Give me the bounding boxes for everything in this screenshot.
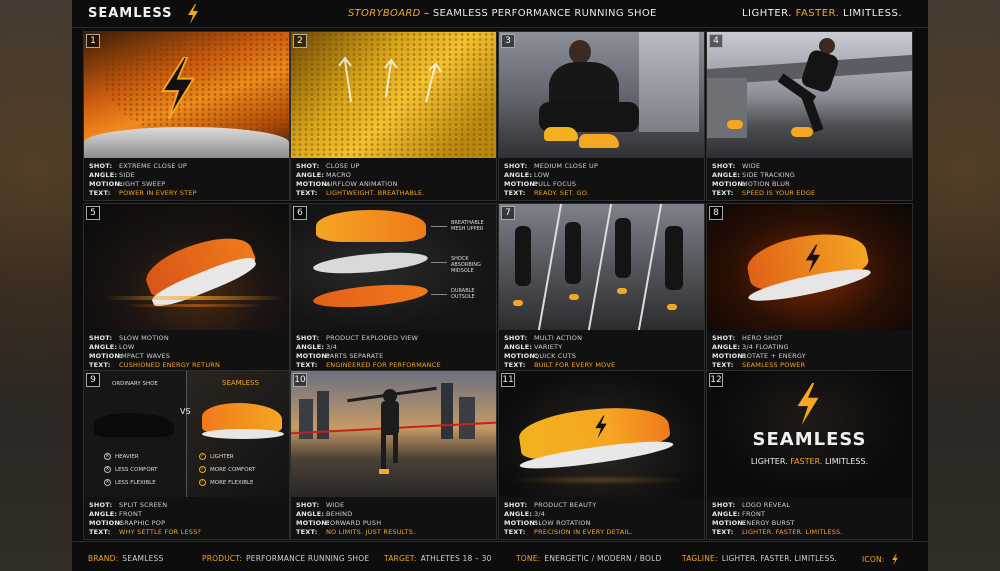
panel-3-shot-info: SHOT: MEDIUM CLOSE UP ANGLE: LOW MOTION:PU… <box>504 162 599 197</box>
footer-bar: BRAND: SEAMLESS PRODUCT: PERFORMANCE RUNNI… <box>72 541 928 571</box>
lightning-bolt-icon <box>595 415 607 439</box>
panel-number: 1 <box>86 34 100 48</box>
tagline-faster: FASTER. <box>795 8 840 19</box>
storyboard-label: STORYBOARD <box>348 8 421 19</box>
lightning-bolt-icon <box>188 4 198 24</box>
panel-4-shot-info: SHOT: WIDE ANGLE: SIDE TRACKING MOTION:MOT… <box>712 162 816 197</box>
panel-number: 6 <box>293 206 307 220</box>
ordinary-item-3: × LESS FLEXIBLE <box>104 479 156 486</box>
storyboard-panel-12: SEAMLESS LIGHTER. FASTER. LIMITLESS. 12 … <box>706 370 913 540</box>
right-background-strip <box>928 0 1000 571</box>
storyboard-panel-2: 2 SHOT: CLOSE UP ANGLE: MACRO MOTION:AIRFL… <box>290 31 497 201</box>
panel-2-image <box>291 32 496 158</box>
panel-7-shot-info: SHOT: MULTI ACTION ANGLE: VARIETY MOTION:Q… <box>504 334 616 369</box>
footer-icon: ICON: <box>862 554 899 565</box>
storyboard-panel-11: 11 SHOT: PRODUCT BEAUTY ANGLE: 3/4 MOTION:… <box>498 370 705 540</box>
panel-5-shot-info: SHOT: SLOW MOTION ANGLE: LOW MOTION:IMPACT… <box>89 334 221 369</box>
storyboard-title: STORYBOARD – SEAMLESS PERFORMANCE RUNNIN… <box>348 8 657 19</box>
panel-number: 9 <box>86 373 100 387</box>
panel-number: 8 <box>709 206 723 220</box>
header-bar: SEAMLESS STORYBOARD – SEAMLESS PERFORMAN… <box>72 0 928 28</box>
panel-2-shot-info: SHOT: CLOSE UP ANGLE: MACRO MOTION:AIRFLOW… <box>296 162 425 197</box>
panel-number: 3 <box>501 34 515 48</box>
seamless-item-1: ✓ LIGHTER <box>199 453 234 460</box>
lightning-bolt-icon <box>805 244 821 274</box>
panel-9-image: ORDINARY SHOE SEAMLESS VS × HEAVIER × LESS… <box>84 371 289 497</box>
storyboard-panel-8: 8 SHOT: HERO SHOT ANGLE: 3/4 FLOATING MOTI… <box>706 203 913 373</box>
footer-target: TARGET: ATHLETES 18 – 30 <box>384 554 492 563</box>
seamless-item-3: ✓ MORE FLEXIBLE <box>199 479 254 486</box>
panel-8-shot-info: SHOT: HERO SHOT ANGLE: 3/4 FLOATING MOTION… <box>712 334 806 369</box>
callout-mesh-upper: BREATHABLE MESH UPPER <box>451 220 484 232</box>
seamless-logo: SEAMLESS <box>752 429 867 450</box>
panel-number: 7 <box>501 206 515 220</box>
tagline-limitless: LIMITLESS. <box>839 8 902 19</box>
panel-5-image <box>84 204 289 330</box>
panel-10-image <box>291 371 496 497</box>
seamless-shoe-title: SEAMLESS <box>222 379 259 387</box>
panel-number: 5 <box>86 206 100 220</box>
seamless-item-2: ✓ MORE COMFORT <box>199 466 256 473</box>
left-background-strip <box>0 0 72 571</box>
panel-6-shot-info: SHOT: PRODUCT EXPLODED VIEW ANGLE: 3/4 MOT… <box>296 334 441 369</box>
panel-number: 12 <box>709 373 723 387</box>
panel-7-image <box>499 204 704 330</box>
panel-number: 10 <box>293 373 307 387</box>
panel-12-image: SEAMLESS LIGHTER. FASTER. LIMITLESS. <box>707 371 912 497</box>
panel-6-image: BREATHABLE MESH UPPER SHOCK ABSORBING MI… <box>291 204 496 330</box>
panel-12-shot-info: SHOT: LOGO REVEAL ANGLE: FRONT MOTION:ENER… <box>712 501 843 536</box>
storyboard-panel-5: 5 SHOT: SLOW MOTION ANGLE: LOW MOTION:IMPA… <box>83 203 290 373</box>
footer-brand: BRAND: SEAMLESS <box>88 554 164 563</box>
panel-number: 2 <box>293 34 307 48</box>
storyboard-panel-10: 10 SHOT: WIDE ANGLE: BEHIND MOTION:FORWARD… <box>290 370 497 540</box>
ordinary-shoe-title: ORDINARY SHOE <box>112 381 158 387</box>
storyboard-subtitle: – SEAMLESS PERFORMANCE RUNNING SHOE <box>420 8 657 19</box>
panel-9-shot-info: SHOT: SPLIT SCREEN ANGLE: FRONT MOTION:GRA… <box>89 501 202 536</box>
brand-logo-text: SEAMLESS <box>88 6 173 21</box>
panel-number: 4 <box>709 34 723 48</box>
panel-1-image <box>84 32 289 158</box>
panel-number: 11 <box>501 373 515 387</box>
footer-product: PRODUCT: PERFORMANCE RUNNING SHOE <box>202 554 370 563</box>
lightning-bolt-icon <box>160 57 196 119</box>
footer-tone: TONE: ENERGETIC / MODERN / BOLD <box>516 554 662 563</box>
storyboard: SEAMLESS STORYBOARD – SEAMLESS PERFORMAN… <box>72 0 928 571</box>
storyboard-panel-6: BREATHABLE MESH UPPER SHOCK ABSORBING MI… <box>290 203 497 373</box>
storyboard-panel-4: 4 SHOT: WIDE ANGLE: SIDE TRACKING MOTION:M… <box>706 31 913 201</box>
callout-outsole: DURABLE OUTSOLE <box>451 288 475 300</box>
callout-midsole: SHOCK ABSORBING MIDSOLE <box>451 256 481 274</box>
storyboard-panel-3: 3 SHOT: MEDIUM CLOSE UP ANGLE: LOW MOTION:… <box>498 31 705 201</box>
panel-3-image <box>499 32 704 158</box>
airflow-arrows <box>338 56 442 103</box>
panel-11-shot-info: SHOT: PRODUCT BEAUTY ANGLE: 3/4 MOTION:SLO… <box>504 501 633 536</box>
storyboard-panel-9: ORDINARY SHOE SEAMLESS VS × HEAVIER × LESS… <box>83 370 290 540</box>
lightning-bolt-icon <box>892 554 898 565</box>
panel-1-shot-info: SHOT: EXTREME CLOSE UP ANGLE: SIDE MOTION:… <box>89 162 197 197</box>
tagline-lighter: LIGHTER. <box>741 8 796 19</box>
versus-label: VS <box>180 407 191 416</box>
panel-4-image <box>707 32 912 158</box>
header-tagline: LIGHTER. FASTER. LIMITLESS. <box>742 8 902 19</box>
storyboard-panel-1: 1 SHOT: EXTREME CLOSE UP ANGLE: SIDE MOTIO… <box>83 31 290 201</box>
panel-12-tagline: LIGHTER. FASTER. LIMITLESS. <box>750 457 869 466</box>
panel-8-image <box>707 204 912 330</box>
panel-11-image <box>499 371 704 497</box>
lightning-bolt-icon <box>797 383 819 425</box>
storyboard-panel-7: 7 SHOT: MULTI ACTION ANGLE: VARIETY MOTION… <box>498 203 705 373</box>
ordinary-item-2: × LESS COMFORT <box>104 466 158 473</box>
panel-10-shot-info: SHOT: WIDE ANGLE: BEHIND MOTION:FORWARD PU… <box>296 501 416 536</box>
ordinary-item-1: × HEAVIER <box>104 453 139 460</box>
footer-tagline: TAGLINE: LIGHTER. FASTER. LIMITLESS. <box>682 554 837 563</box>
